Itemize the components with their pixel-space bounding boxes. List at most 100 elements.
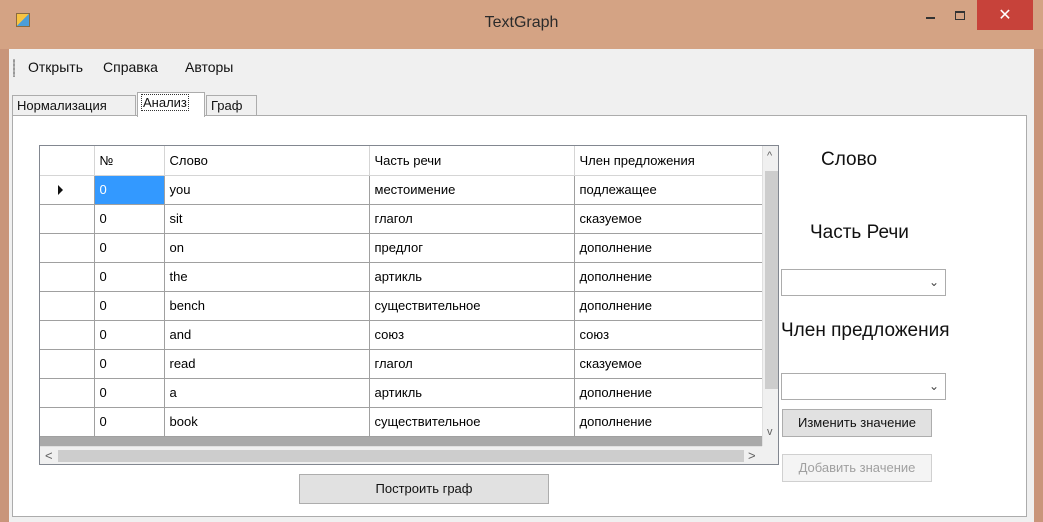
cell-number[interactable]: 0: [94, 175, 165, 205]
cell-member[interactable]: подлежащее: [574, 175, 763, 205]
cell-pos[interactable]: существительное: [369, 291, 575, 321]
cell-word[interactable]: read: [164, 349, 370, 379]
title-bar: TextGraph ✕: [0, 0, 1043, 49]
current-row-icon: [58, 184, 63, 195]
row-header[interactable]: [40, 378, 95, 408]
analysis-tab-page: № Слово Часть речи Член предложения 0 you…: [12, 115, 1027, 517]
cell-member[interactable]: сказуемое: [574, 204, 763, 234]
scroll-right-icon[interactable]: >: [748, 448, 756, 463]
table-row[interactable]: 0 a артикль дополнение: [40, 378, 763, 408]
cell-pos[interactable]: предлог: [369, 233, 575, 263]
table-row[interactable]: 0 read глагол сказуемое: [40, 349, 763, 379]
word-label: Слово: [821, 149, 878, 170]
cell-number[interactable]: 0: [94, 204, 165, 234]
row-header[interactable]: [40, 204, 95, 234]
column-header-member[interactable]: Член предложения: [574, 146, 763, 176]
cell-number[interactable]: 0: [94, 291, 165, 321]
column-header-word[interactable]: Слово: [164, 146, 370, 176]
cell-word[interactable]: you: [164, 175, 370, 205]
window-title: TextGraph: [484, 14, 559, 31]
cell-word[interactable]: the: [164, 262, 370, 292]
tab-analysis-label: Анализ: [141, 94, 189, 111]
cell-pos[interactable]: местоимение: [369, 175, 575, 205]
column-header-pos[interactable]: Часть речи: [369, 146, 575, 176]
cell-pos[interactable]: глагол: [369, 204, 575, 234]
cell-number[interactable]: 0: [94, 407, 165, 437]
close-button[interactable]: ✕: [977, 0, 1033, 30]
cell-member[interactable]: дополнение: [574, 262, 763, 292]
scroll-down-icon[interactable]: v: [767, 426, 773, 438]
scroll-up-icon[interactable]: ^: [767, 150, 772, 162]
cell-number[interactable]: 0: [94, 349, 165, 379]
tab-analysis[interactable]: Анализ: [137, 92, 205, 117]
change-value-button[interactable]: Изменить значение: [782, 409, 932, 437]
cell-word[interactable]: sit: [164, 204, 370, 234]
part-of-speech-select[interactable]: ⌄: [781, 269, 946, 296]
cell-pos[interactable]: артикль: [369, 378, 575, 408]
row-header[interactable]: [40, 175, 95, 205]
horizontal-scrollbar[interactable]: < >: [40, 446, 762, 464]
client-area: Открыть Справка Авторы Нормализация Анал…: [9, 49, 1034, 522]
vertical-scrollbar[interactable]: ^ v: [762, 146, 778, 446]
cell-word[interactable]: on: [164, 233, 370, 263]
cell-number[interactable]: 0: [94, 320, 165, 350]
table-row[interactable]: 0 bench существительное дополнение: [40, 291, 763, 321]
row-header[interactable]: [40, 349, 95, 379]
part-of-speech-label: Часть Речи: [810, 222, 909, 243]
row-header[interactable]: [40, 291, 95, 321]
tab-normalization[interactable]: Нормализация: [12, 95, 136, 116]
row-header[interactable]: [40, 407, 95, 437]
cell-member[interactable]: сказуемое: [574, 349, 763, 379]
words-table: № Слово Часть речи Член предложения 0 you…: [40, 146, 763, 437]
corner-header: [40, 146, 95, 176]
horizontal-scroll-thumb[interactable]: [58, 450, 744, 462]
cell-word[interactable]: and: [164, 320, 370, 350]
cell-pos[interactable]: существительное: [369, 407, 575, 437]
row-header[interactable]: [40, 262, 95, 292]
menu-bar: Открыть Справка Авторы: [9, 49, 1034, 86]
menu-open[interactable]: Открыть: [28, 59, 83, 75]
sentence-member-label: Член предложения: [781, 320, 950, 341]
words-grid[interactable]: № Слово Часть речи Член предложения 0 you…: [39, 145, 779, 465]
cell-number[interactable]: 0: [94, 233, 165, 263]
table-row[interactable]: 0 and союз союз: [40, 320, 763, 350]
cell-member[interactable]: дополнение: [574, 378, 763, 408]
grip-icon[interactable]: [13, 59, 15, 77]
maximize-button[interactable]: [945, 0, 975, 30]
maximize-icon: [955, 10, 965, 20]
chevron-down-icon: ⌄: [928, 275, 939, 289]
cell-word[interactable]: a: [164, 378, 370, 408]
table-row[interactable]: 0 the артикль дополнение: [40, 262, 763, 292]
cell-number[interactable]: 0: [94, 378, 165, 408]
cell-member[interactable]: союз: [574, 320, 763, 350]
row-header[interactable]: [40, 233, 95, 263]
sentence-member-select[interactable]: ⌄: [781, 373, 946, 400]
minimize-button[interactable]: [915, 0, 945, 30]
column-header-number[interactable]: №: [94, 146, 165, 176]
menu-authors[interactable]: Авторы: [185, 59, 233, 75]
header-row: № Слово Часть речи Член предложения: [40, 146, 763, 176]
cell-word[interactable]: book: [164, 407, 370, 437]
tab-graph[interactable]: Граф: [206, 95, 257, 116]
menu-help[interactable]: Справка: [103, 59, 158, 75]
cell-member[interactable]: дополнение: [574, 233, 763, 263]
cell-member[interactable]: дополнение: [574, 407, 763, 437]
add-value-button[interactable]: Добавить значение: [782, 454, 932, 482]
close-icon: ✕: [998, 7, 1012, 24]
scroll-left-icon[interactable]: <: [45, 448, 53, 463]
table-row[interactable]: 0 you местоимение подлежащее: [40, 175, 763, 205]
table-row[interactable]: 0 on предлог дополнение: [40, 233, 763, 263]
vertical-scroll-thumb[interactable]: [765, 171, 778, 389]
cell-pos[interactable]: глагол: [369, 349, 575, 379]
table-row[interactable]: 0 sit глагол сказуемое: [40, 204, 763, 234]
cell-pos[interactable]: союз: [369, 320, 575, 350]
chevron-down-icon: ⌄: [928, 379, 939, 393]
row-header[interactable]: [40, 320, 95, 350]
cell-number[interactable]: 0: [94, 262, 165, 292]
cell-pos[interactable]: артикль: [369, 262, 575, 292]
cell-member[interactable]: дополнение: [574, 291, 763, 321]
build-graph-button[interactable]: Построить граф: [299, 474, 549, 504]
cell-word[interactable]: bench: [164, 291, 370, 321]
table-row[interactable]: 0 book существительное дополнение: [40, 407, 763, 437]
scroll-corner: [762, 446, 778, 464]
